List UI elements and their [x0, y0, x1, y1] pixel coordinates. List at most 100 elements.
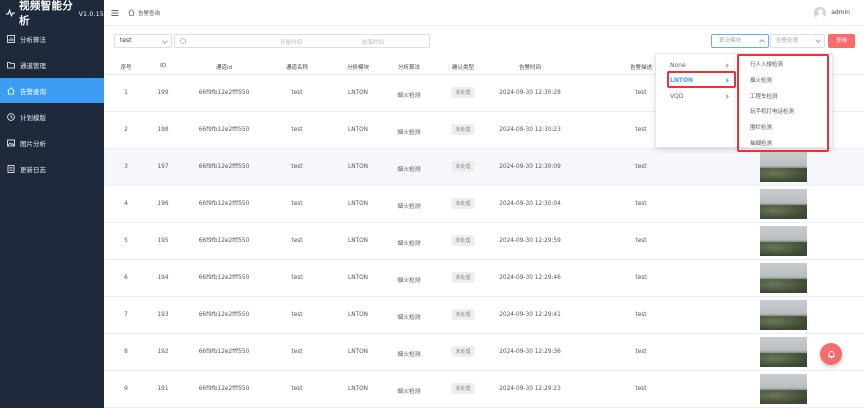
end-time-input[interactable]: 结束时间	[362, 38, 384, 46]
hamburger-menu-icon[interactable]	[111, 9, 119, 17]
cell-id: 194	[157, 275, 169, 281]
table-row[interactable]: 5 195 66f9fb12e2fff550 test LNTON 烟火检测 未…	[104, 223, 864, 260]
cell-channel-id: 66f9fb12e2fff550	[198, 238, 250, 244]
username: admin	[831, 9, 850, 16]
status-badge: 未处理	[451, 272, 475, 283]
cell-id: 192	[157, 349, 169, 355]
col-header-channel-name: 通道名称	[285, 65, 309, 71]
cell-algorithm: 烟火检测	[397, 167, 421, 173]
breadcrumb-home-icon	[128, 9, 135, 16]
cell-id: 196	[157, 201, 169, 207]
sidebar-item-alarm-query[interactable]: 告警查询	[0, 78, 104, 103]
cell-module: LNTON	[347, 90, 369, 96]
table-row[interactable]: 6 194 66f9fb12e2fff550 test LNTON 烟火检测 未…	[104, 260, 864, 297]
cell-module: LNTON	[347, 127, 369, 133]
cell-algorithm: 烟火检测	[397, 204, 421, 210]
cell-module: LNTON	[347, 386, 369, 392]
chevron-down-icon	[162, 38, 168, 44]
cell-alarm-time: 2024-09-30 12:29:36	[499, 349, 561, 355]
status-badge: 未处理	[451, 346, 475, 357]
table-row[interactable]: 8 192 66f9fb12e2fff550 test LNTON 烟火检测 未…	[104, 334, 864, 371]
cell-index: 6	[124, 275, 128, 281]
alarm-snapshot[interactable]	[760, 374, 807, 404]
table-row[interactable]: 4 196 66f9fb12e2fff550 test LNTON 烟火检测 未…	[104, 186, 864, 223]
user-menu[interactable]: admin	[814, 6, 850, 19]
table-row[interactable]: 7 193 66f9fb12e2fff550 test LNTON 烟火检测 未…	[104, 297, 864, 334]
cell-index: 9	[124, 386, 128, 392]
sidebar-item-label: 告警查询	[20, 87, 46, 96]
sidebar-item-label: 计划模版	[20, 113, 46, 122]
cell-channel-name: test	[291, 127, 303, 133]
cascader-sub-option[interactable]: 抽烟检测	[750, 139, 826, 147]
top-header: 告警查询 admin	[104, 0, 864, 26]
cell-algorithm: 烟火检测	[397, 130, 421, 136]
cell-channel-id: 66f9fb12e2fff550	[198, 386, 250, 392]
cell-channel-id: 66f9fb12e2fff550	[198, 127, 250, 133]
cascader-sub-option[interactable]: 围栏检测	[750, 123, 826, 131]
cell-alarm-desc: test	[635, 127, 647, 133]
sidebar-item-label: 通道管理	[20, 61, 46, 70]
cell-module: LNTON	[347, 238, 369, 244]
cell-module: LNTON	[347, 312, 369, 318]
sidebar-item-image-analysis[interactable]: 图片分析	[0, 130, 104, 155]
cell-alarm-time: 2024-09-30 12:30:28	[499, 90, 561, 96]
cascader-option-vqd[interactable]: VQD	[666, 90, 731, 104]
status-badge: 未处理	[451, 235, 475, 246]
alarm-snapshot[interactable]	[760, 263, 807, 293]
algorithm-module-select[interactable]: 算法模块	[711, 34, 769, 48]
table-row[interactable]: 3 197 66f9fb12e2fff550 test LNTON 烟火检测 未…	[104, 149, 864, 186]
alarm-snapshot[interactable]	[760, 226, 807, 256]
status-badge: 未处理	[451, 383, 475, 394]
cell-alarm-desc: test	[635, 164, 647, 170]
cell-alarm-desc: test	[635, 90, 647, 96]
cascader-sub-option[interactable]: 烟火检测	[750, 76, 826, 84]
date-range-picker[interactable]: 开始时间 - 结束时间	[174, 34, 430, 48]
col-header-algorithm: 分析算法	[397, 65, 421, 71]
app-version: V1.0.15	[78, 11, 104, 18]
cell-algorithm: 烟火检测	[397, 93, 421, 99]
sidebar-item-plan-templates[interactable]: 计划模版	[0, 104, 104, 129]
channel-select[interactable]: test	[114, 34, 172, 48]
cell-index: 3	[124, 164, 128, 170]
alarm-snapshot[interactable]	[760, 300, 807, 330]
cell-id: 191	[157, 386, 169, 392]
alarm-snapshot[interactable]	[760, 189, 807, 219]
algorithm-module-placeholder: 算法模块	[719, 38, 742, 44]
cell-index: 8	[124, 349, 128, 355]
cascader-sub-option[interactable]: 工程车检测	[750, 92, 826, 100]
cell-alarm-desc: test	[635, 238, 647, 244]
query-button[interactable]: 查询	[828, 34, 855, 48]
cascader-sub-option[interactable]: 玩手机打电话检测	[750, 107, 826, 115]
cell-channel-id: 66f9fb12e2fff550	[198, 201, 250, 207]
home-icon	[7, 86, 15, 95]
sidebar-item-changelog[interactable]: 更新日志	[0, 156, 104, 181]
table-row[interactable]: 9 191 66f9fb12e2fff550 test LNTON 烟火检测 未…	[104, 371, 864, 408]
annotation-highlight-box	[667, 71, 736, 88]
cascader-option-label: VQD	[670, 93, 684, 100]
cascader-level1: None LNTON VQD	[656, 54, 735, 147]
alarm-snapshot[interactable]	[760, 337, 807, 367]
cell-alarm-time: 2024-09-30 12:29:41	[499, 312, 561, 318]
alarm-snapshot[interactable]	[760, 152, 807, 182]
status-badge: 未处理	[451, 87, 475, 98]
cell-id: 193	[157, 312, 169, 318]
app-brand: 视频智能分析 V1.0.15	[0, 0, 104, 27]
cell-alarm-time: 2024-09-30 12:29:46	[499, 275, 561, 281]
status-badge: 未处理	[451, 309, 475, 320]
col-header-channel-id: 通道id	[215, 65, 233, 71]
cell-id: 197	[157, 164, 169, 170]
folder-icon	[7, 61, 15, 69]
cell-algorithm: 烟火检测	[397, 315, 421, 321]
cascader-sub-option[interactable]: 行人入侵检测	[750, 60, 826, 68]
sidebar-item-channels[interactable]: 通道管理	[0, 52, 104, 77]
alarm-handle-select[interactable]: 告警处理	[770, 34, 825, 48]
col-header-index: 序号	[120, 65, 132, 71]
cell-id: 198	[157, 127, 169, 133]
sidebar-item-label: 更新日志	[20, 165, 46, 174]
cell-algorithm: 烟火检测	[397, 278, 421, 284]
floating-action-button[interactable]	[820, 343, 842, 365]
pulse-logo-icon	[6, 8, 16, 18]
sidebar-item-algorithms[interactable]: 分析算法	[0, 26, 104, 51]
cell-channel-name: test	[291, 312, 303, 318]
document-icon	[7, 164, 15, 173]
